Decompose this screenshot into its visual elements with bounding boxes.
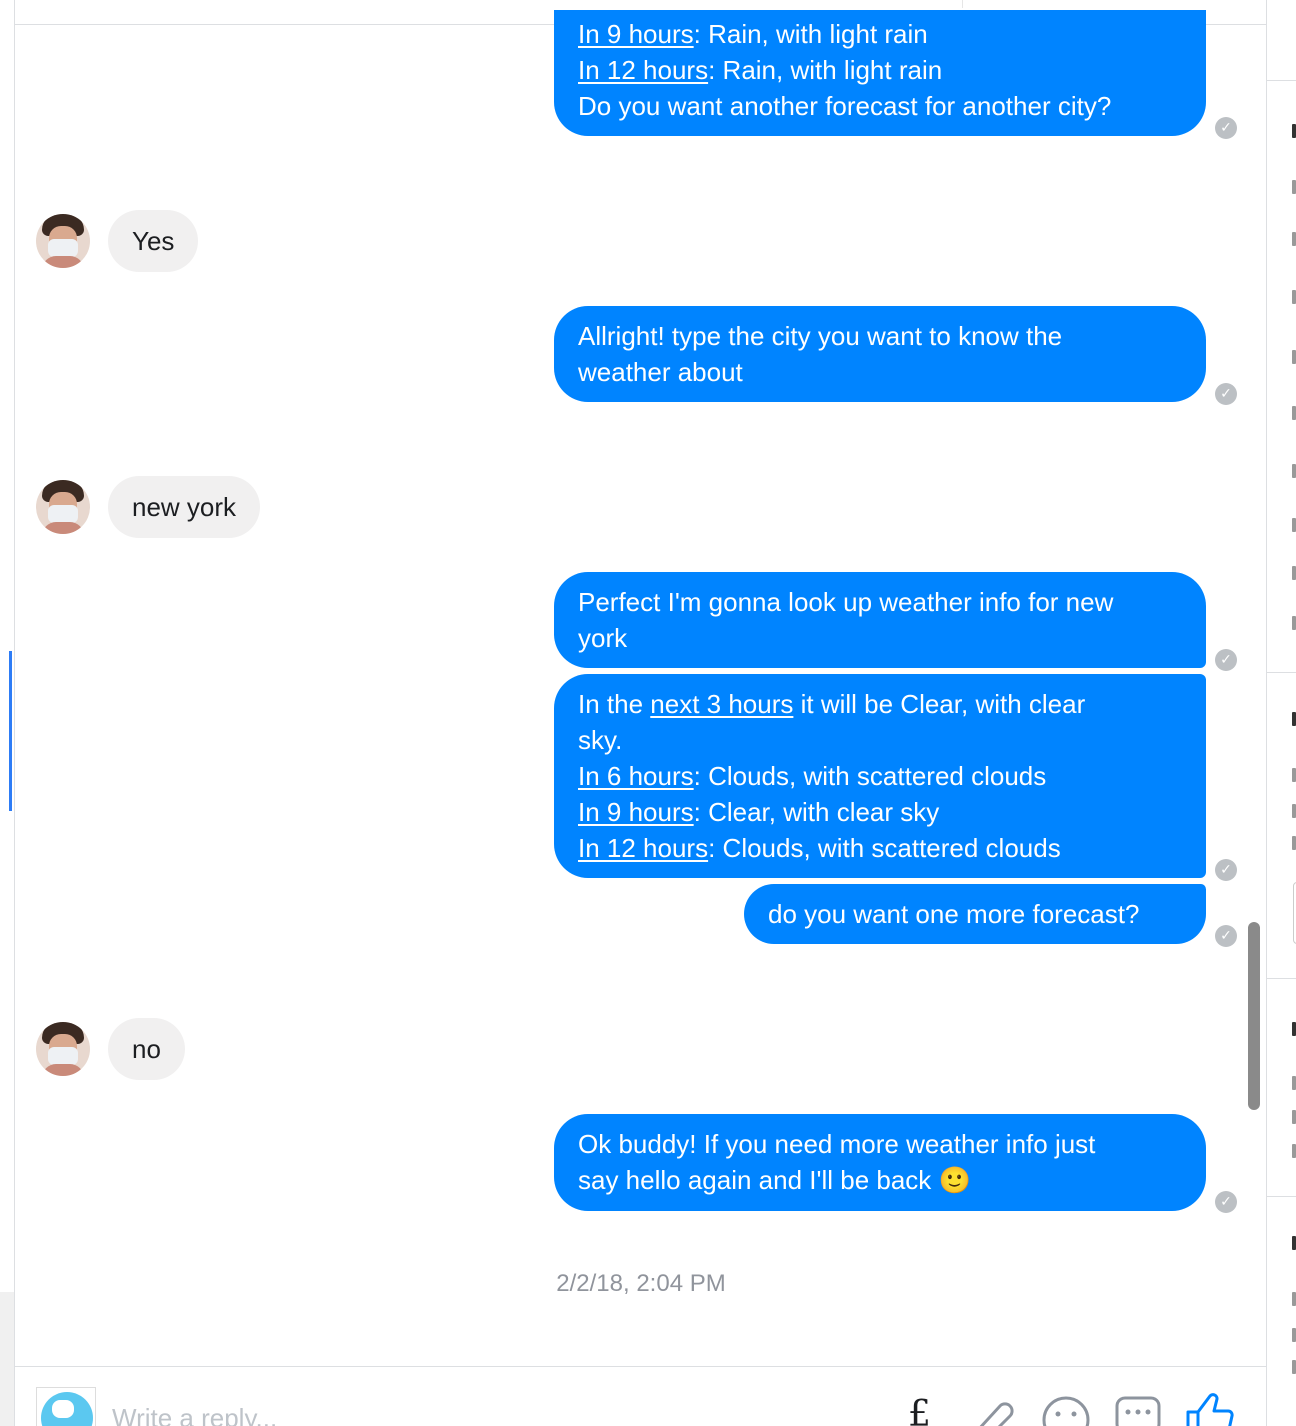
header-tick <box>962 0 963 8</box>
composer-divider <box>15 1366 1267 1367</box>
seen-check-icon: ✓ <box>1215 383 1237 405</box>
message-text: : Clouds, with scattered clouds <box>693 761 1047 791</box>
attachment-icon[interactable] <box>970 1392 1018 1426</box>
message-line: do you want one more forecast? <box>768 896 1182 932</box>
bot-avatar <box>36 1387 96 1426</box>
message-text: : Rain, with light rain <box>693 19 928 49</box>
message-line: In 12 hours: Clouds, with scattered clou… <box>578 830 1182 866</box>
svg-text:£: £ <box>908 1394 931 1426</box>
smile-emoji-icon: 🙂 <box>938 1166 971 1196</box>
seen-check-icon: ✓ <box>1215 1191 1237 1213</box>
avatar[interactable] <box>36 1022 90 1076</box>
time-link[interactable]: In 9 hours <box>578 797 694 827</box>
like-icon[interactable] <box>1184 1392 1238 1426</box>
left-sidebar-edge <box>0 0 15 1426</box>
outgoing-message[interactable]: Allright! type the city you want to know… <box>554 306 1206 402</box>
emoji-icon[interactable] <box>1042 1392 1092 1426</box>
seen-check-icon: ✓ <box>1215 649 1237 671</box>
message-line: In 6 hours: Clouds, with scattered cloud… <box>578 758 1182 794</box>
message-text: Ok buddy! If you need more weather info … <box>578 1129 1096 1159</box>
time-link[interactable]: In 9 hours <box>578 19 694 49</box>
message-text: sky. <box>578 725 623 755</box>
time-link[interactable]: In 12 hours <box>578 833 708 863</box>
message-text: weather about <box>578 357 743 387</box>
message-line: In 12 hours: Rain, with light rain <box>578 52 1182 88</box>
message-text: do you want one more forecast? <box>768 899 1140 929</box>
seen-check-icon: ✓ <box>1215 925 1237 947</box>
message-line: In 9 hours: Clear, with clear sky <box>578 794 1182 830</box>
message-text: it will be Clear, with clear <box>793 689 1086 719</box>
seen-check-icon: ✓ <box>1215 859 1237 881</box>
message-line: weather about <box>578 354 1182 390</box>
message-text: Perfect I'm gonna look up weather info f… <box>578 587 1114 617</box>
outgoing-message[interactable]: Ok buddy! If you need more weather info … <box>554 1114 1206 1211</box>
message-line: york <box>578 620 1182 656</box>
message-text: : Clouds, with scattered clouds <box>708 833 1061 863</box>
message-line: Do you want another forecast for another… <box>578 88 1182 124</box>
more-icon[interactable] <box>1114 1392 1164 1426</box>
incoming-message[interactable]: Yes <box>108 210 199 272</box>
message-text: : Clear, with clear sky <box>693 797 940 827</box>
message-line: In the next 3 hours it will be Clear, wi… <box>578 686 1182 722</box>
message-line: Ok buddy! If you need more weather info … <box>578 1126 1182 1162</box>
selected-conversation-indicator <box>9 651 12 811</box>
incoming-message[interactable]: no <box>108 1018 185 1080</box>
message-text: Do you want another forecast for another… <box>578 91 1112 121</box>
outgoing-message[interactable]: In 9 hours: Rain, with light rain In 12 h… <box>554 10 1206 136</box>
avatar[interactable] <box>36 480 90 534</box>
sticker-icon[interactable]: £ <box>900 1392 940 1426</box>
outgoing-message[interactable]: do you want one more forecast? <box>744 884 1206 944</box>
message-timestamp: 2/2/18, 2:04 PM <box>556 1270 726 1297</box>
message-text: york <box>578 623 628 653</box>
message-line: In 9 hours: Rain, with light rain <box>578 16 1182 52</box>
sidebar-footer <box>0 1292 14 1426</box>
message-text: say hello again and I'll be back <box>578 1165 939 1195</box>
message-line: say hello again and I'll be back 🙂 <box>578 1162 1182 1199</box>
message-text: : Rain, with light rain <box>708 55 943 85</box>
message-line: sky. <box>578 722 1182 758</box>
seen-check-icon: ✓ <box>1215 117 1237 139</box>
time-link[interactable]: next 3 hours <box>650 689 793 719</box>
time-link[interactable]: In 6 hours <box>578 761 694 791</box>
message-text: In the <box>578 689 651 719</box>
message-line: Allright! type the city you want to know… <box>578 318 1182 354</box>
message-line: Perfect I'm gonna look up weather info f… <box>578 584 1182 620</box>
outgoing-message[interactable]: Perfect I'm gonna look up weather info f… <box>554 572 1206 668</box>
scrollbar-thumb[interactable] <box>1248 922 1260 1110</box>
avatar[interactable] <box>36 214 90 268</box>
message-text: Allright! type the city you want to know… <box>578 321 1063 351</box>
reply-input[interactable] <box>112 1398 872 1426</box>
outgoing-message[interactable]: In the next 3 hours it will be Clear, wi… <box>554 674 1206 878</box>
right-info-panel <box>1266 0 1296 1426</box>
incoming-message[interactable]: new york <box>108 476 261 538</box>
time-link[interactable]: In 12 hours <box>578 55 708 85</box>
